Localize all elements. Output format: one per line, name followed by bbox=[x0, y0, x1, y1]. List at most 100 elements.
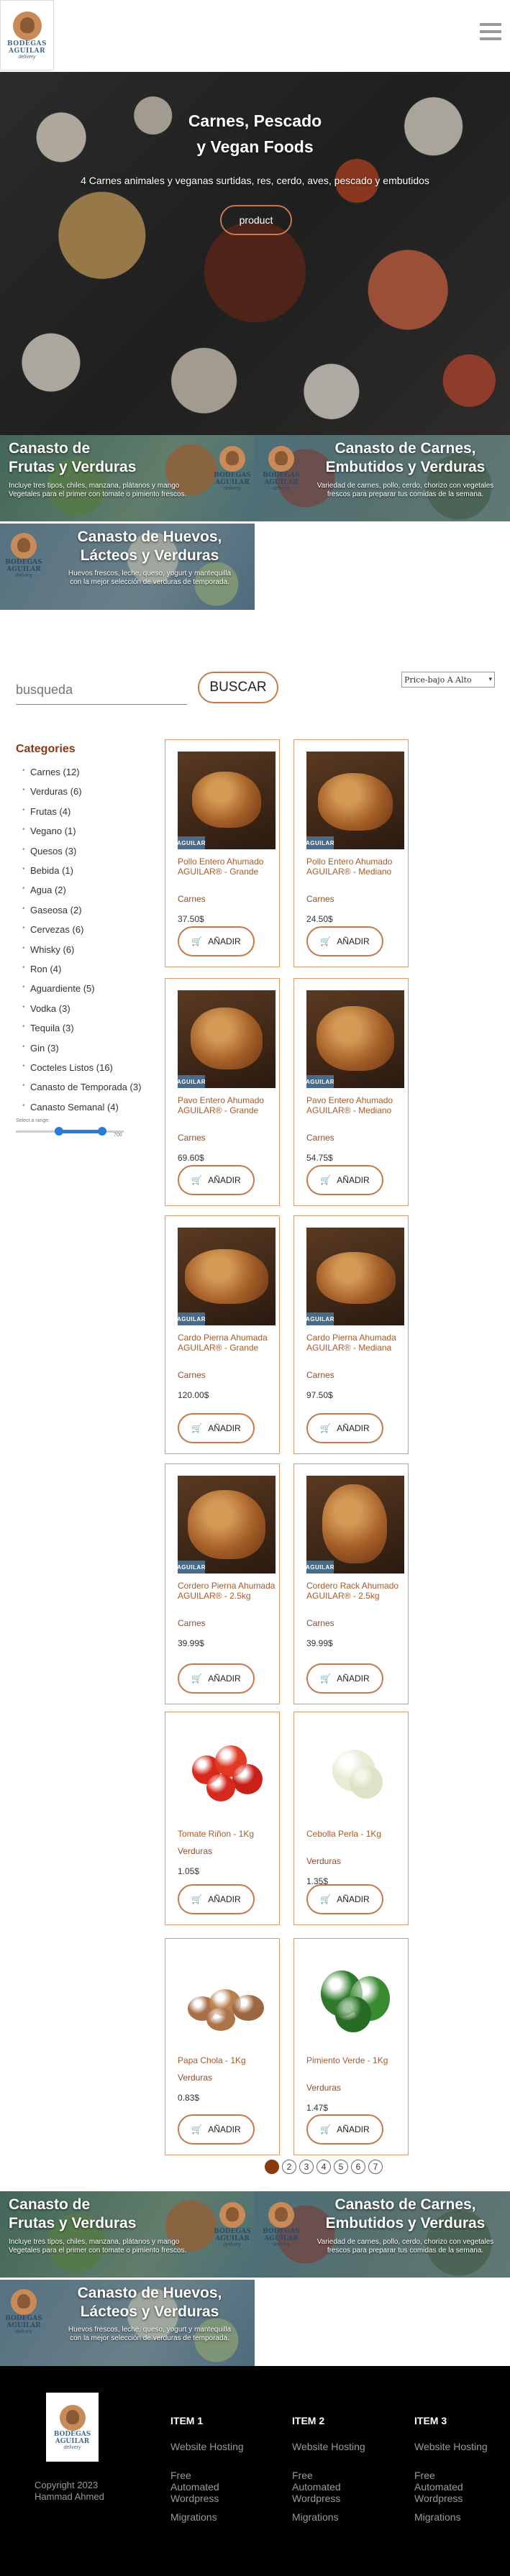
product-name[interactable]: Cordero Rack Ahumado AGUILAR® - 2.5kg bbox=[306, 1581, 407, 1601]
brand-logo[interactable]: BODEGAS AGUILAR delivery bbox=[0, 0, 54, 70]
add-to-cart-button[interactable]: 🛒 AÑADIR bbox=[178, 926, 255, 956]
product-name[interactable]: Pimiento Verde - 1Kg bbox=[306, 2055, 407, 2065]
footer-link[interactable]: Website Hosting bbox=[292, 2441, 371, 2452]
banner-fruit-basket[interactable]: Canasto de Frutas y Verduras Incluye tres… bbox=[0, 435, 255, 521]
product-category[interactable]: Carnes bbox=[306, 1370, 334, 1380]
product-category[interactable]: Verduras bbox=[178, 1846, 212, 1856]
product-name[interactable]: Cordero Pierna Ahumada AGUILAR® - 2.5kg bbox=[178, 1581, 278, 1601]
product-name[interactable]: Pavo Entero Ahumado AGUILAR® - Grande bbox=[178, 1095, 278, 1115]
product-card[interactable]: Cebolla Perla - 1Kg Verduras 1.35$ 🛒 AÑADIR bbox=[293, 1712, 409, 1925]
add-to-cart-button[interactable]: 🛒 AÑADIR bbox=[306, 1413, 383, 1443]
product-card[interactable]: AGUILAR Cordero Pierna Ahumada AGUILAR® -… bbox=[165, 1463, 280, 1704]
product-category[interactable]: Verduras bbox=[306, 1856, 341, 1866]
hero-product-button[interactable]: product bbox=[220, 205, 292, 235]
page-4-button[interactable]: 4 bbox=[317, 2160, 331, 2174]
product-image[interactable]: AGUILAR bbox=[306, 1476, 404, 1574]
category-link[interactable]: Whisky (6) bbox=[22, 944, 74, 955]
product-category[interactable]: Carnes bbox=[306, 894, 334, 904]
footer-logo[interactable]: BODEGAS AGUILAR delivery bbox=[46, 2393, 99, 2462]
add-to-cart-button[interactable]: 🛒 AÑADIR bbox=[306, 2114, 383, 2145]
slider-min-handle[interactable] bbox=[55, 1127, 63, 1136]
product-name[interactable]: Papa Chola - 1Kg bbox=[178, 2055, 278, 2065]
page-2-button[interactable]: 2 bbox=[282, 2160, 296, 2174]
product-card[interactable]: AGUILAR Pavo Entero Ahumado AGUILAR® - Gr… bbox=[165, 978, 280, 1206]
add-to-cart-button[interactable]: 🛒 AÑADIR bbox=[178, 1413, 255, 1443]
search-input[interactable] bbox=[16, 676, 187, 705]
add-to-cart-button[interactable]: 🛒 AÑADIR bbox=[306, 1663, 383, 1694]
hamburger-menu-icon[interactable] bbox=[480, 23, 501, 43]
category-link[interactable]: Ron (4) bbox=[22, 964, 61, 974]
product-category[interactable]: Verduras bbox=[178, 2073, 212, 2083]
product-image[interactable] bbox=[306, 1724, 404, 1822]
sort-select[interactable]: Price-bajo A Alto ▾ bbox=[401, 672, 495, 688]
product-card[interactable]: AGUILAR Cardo Pierna Ahumada AGUILAR® - M… bbox=[293, 1215, 409, 1454]
product-category[interactable]: Carnes bbox=[178, 1370, 206, 1380]
product-image[interactable]: AGUILAR bbox=[178, 1476, 276, 1574]
slider-max-handle[interactable] bbox=[98, 1127, 106, 1136]
footer-link[interactable]: Migrations bbox=[414, 2511, 493, 2523]
product-card[interactable]: AGUILAR Cardo Pierna Ahumada AGUILAR® - G… bbox=[165, 1215, 280, 1454]
category-link[interactable]: Cocteles Listos (16) bbox=[22, 1062, 113, 1073]
product-card[interactable]: AGUILAR Pavo Entero Ahumado AGUILAR® - Me… bbox=[293, 978, 409, 1206]
banner-meat-basket[interactable]: BODEGAS AGUILAR delivery Canasto de Carn… bbox=[255, 435, 510, 521]
product-image[interactable]: AGUILAR bbox=[178, 990, 276, 1088]
category-link[interactable]: Cervezas (6) bbox=[22, 924, 83, 935]
product-card[interactable]: AGUILAR Pollo Entero Ahumado AGUILAR® - M… bbox=[293, 739, 409, 967]
banner-meat-basket-bottom[interactable]: BODEGAS AGUILAR delivery Canasto de Carn… bbox=[255, 2191, 510, 2278]
banner-egg-basket[interactable]: BODEGAS AGUILAR delivery Canasto de Huev… bbox=[0, 524, 255, 610]
product-name[interactable]: Cardo Pierna Ahumada AGUILAR® - Grande bbox=[178, 1333, 278, 1353]
category-link[interactable]: Bebida (1) bbox=[22, 865, 73, 876]
category-link[interactable]: Carnes (12) bbox=[22, 767, 80, 777]
category-link[interactable]: Vodka (3) bbox=[22, 1003, 70, 1014]
product-category[interactable]: Carnes bbox=[178, 1133, 206, 1143]
page-3-button[interactable]: 3 bbox=[299, 2160, 314, 2174]
category-link[interactable]: Frutas (4) bbox=[22, 806, 70, 817]
banner-fruit-basket-bottom[interactable]: Canasto de Frutas y Verduras Incluye tres… bbox=[0, 2191, 255, 2278]
product-card[interactable]: Papa Chola - 1Kg Verduras 0.83$ 🛒 AÑADIR bbox=[165, 1938, 280, 2155]
product-image[interactable] bbox=[306, 1950, 404, 2048]
category-link[interactable]: Vegano (1) bbox=[22, 826, 76, 836]
product-card[interactable]: Pimiento Verde - 1Kg Verduras 1.47$ 🛒 AÑADIR bbox=[293, 1938, 409, 2155]
product-category[interactable]: Verduras bbox=[306, 2083, 341, 2093]
category-link[interactable]: Quesos (3) bbox=[22, 846, 76, 857]
product-image[interactable]: AGUILAR bbox=[178, 1228, 276, 1325]
add-to-cart-button[interactable]: 🛒 AÑADIR bbox=[178, 1165, 255, 1195]
product-card[interactable]: AGUILAR Pollo Entero Ahumado AGUILAR® - G… bbox=[165, 739, 280, 967]
product-image[interactable]: AGUILAR bbox=[178, 752, 276, 849]
product-image[interactable]: AGUILAR bbox=[306, 990, 404, 1088]
page-6-button[interactable]: 6 bbox=[351, 2160, 365, 2174]
price-range-slider[interactable]: 700 bbox=[16, 1127, 124, 1138]
category-link[interactable]: Gin (3) bbox=[22, 1043, 59, 1054]
footer-link[interactable]: Migrations bbox=[292, 2511, 371, 2523]
add-to-cart-button[interactable]: 🛒 AÑADIR bbox=[178, 1663, 255, 1694]
banner-egg-basket-bottom[interactable]: BODEGAS AGUILAR delivery Canasto de Huev… bbox=[0, 2280, 255, 2366]
product-category[interactable]: Carnes bbox=[306, 1133, 334, 1143]
product-image[interactable]: AGUILAR bbox=[306, 1228, 404, 1325]
product-image[interactable] bbox=[178, 1950, 276, 2048]
category-link[interactable]: Agua (2) bbox=[22, 885, 66, 895]
product-name[interactable]: Tomate Riñon - 1Kg bbox=[178, 1829, 278, 1839]
category-link[interactable]: Verduras (6) bbox=[22, 786, 81, 797]
page-1-button[interactable] bbox=[265, 2160, 279, 2174]
footer-link[interactable]: Website Hosting bbox=[414, 2441, 493, 2452]
add-to-cart-button[interactable]: 🛒 AÑADIR bbox=[178, 1884, 255, 1914]
product-name[interactable]: Pollo Entero Ahumado AGUILAR® - Grande bbox=[178, 857, 278, 877]
product-image[interactable]: AGUILAR bbox=[306, 752, 404, 849]
page-5-button[interactable]: 5 bbox=[334, 2160, 348, 2174]
category-link[interactable]: Canasto Semanal (4) bbox=[22, 1102, 119, 1113]
category-link[interactable]: Aguardiente (5) bbox=[22, 983, 95, 994]
category-link[interactable]: Gaseosa (2) bbox=[22, 905, 81, 915]
product-category[interactable]: Carnes bbox=[306, 1618, 334, 1628]
footer-link[interactable]: Migrations bbox=[170, 2511, 250, 2523]
footer-link[interactable]: Website Hosting bbox=[170, 2441, 250, 2452]
add-to-cart-button[interactable]: 🛒 AÑADIR bbox=[306, 1165, 383, 1195]
product-card[interactable]: Tomate Riñon - 1Kg Verduras 1.05$ 🛒 AÑADIR bbox=[165, 1712, 280, 1925]
add-to-cart-button[interactable]: 🛒 AÑADIR bbox=[178, 2114, 255, 2145]
product-name[interactable]: Pavo Entero Ahumado AGUILAR® - Mediano bbox=[306, 1095, 407, 1115]
add-to-cart-button[interactable]: 🛒 AÑADIR bbox=[306, 1884, 383, 1914]
footer-link[interactable]: Free Automated Wordpress bbox=[170, 2470, 228, 2504]
footer-link[interactable]: Free Automated Wordpress bbox=[414, 2470, 472, 2504]
add-to-cart-button[interactable]: 🛒 AÑADIR bbox=[306, 926, 383, 956]
footer-link[interactable]: Free Automated Wordpress bbox=[292, 2470, 350, 2504]
product-card[interactable]: AGUILAR Cordero Rack Ahumado AGUILAR® - 2… bbox=[293, 1463, 409, 1704]
